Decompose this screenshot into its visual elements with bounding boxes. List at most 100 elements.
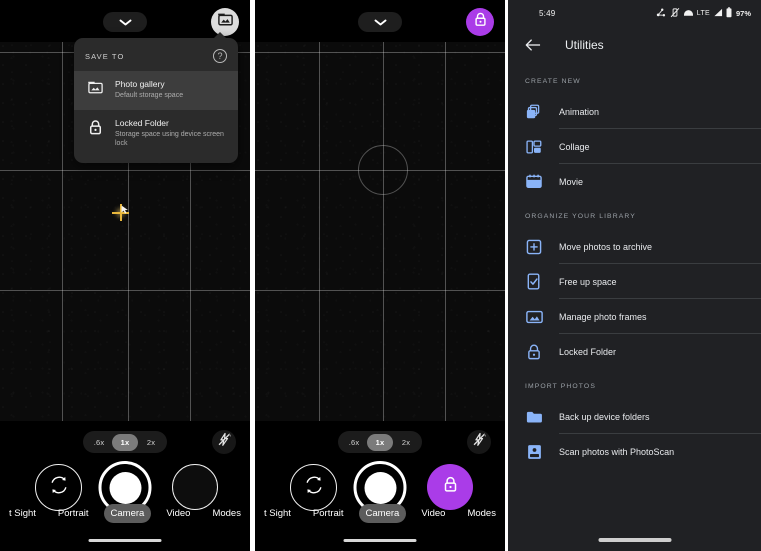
mode-camera[interactable]: Camera bbox=[358, 503, 407, 523]
help-circle-icon[interactable]: ? bbox=[213, 49, 227, 63]
grid-line-h1 bbox=[0, 170, 250, 171]
archive-icon bbox=[525, 239, 543, 255]
zoom-row: .6x 1x 2x A bbox=[0, 430, 250, 455]
mode-modes[interactable]: Modes bbox=[460, 504, 503, 523]
grid-line-v3 bbox=[445, 42, 446, 421]
folder-icon bbox=[525, 410, 543, 424]
list-item-label: Scan photos with PhotoScan bbox=[559, 446, 675, 457]
grid-line-v2 bbox=[383, 42, 384, 421]
vibrate-off-icon bbox=[670, 7, 680, 20]
flash-auto-off-icon: A bbox=[472, 432, 487, 452]
save-option-locked-folder[interactable]: Locked Folder Storage space using device… bbox=[74, 110, 238, 158]
battery-icon bbox=[726, 6, 732, 20]
app-bar: Utilities bbox=[508, 26, 761, 64]
movie-icon bbox=[525, 174, 543, 189]
mode-video[interactable]: Video bbox=[159, 504, 197, 523]
section-label-create-new: CREATE NEW bbox=[525, 78, 581, 85]
zoom-selector[interactable]: .6x 1x 2x bbox=[338, 431, 422, 453]
free-up-space-icon bbox=[525, 273, 543, 290]
list-item-collage[interactable]: Collage bbox=[508, 129, 761, 164]
zoom-option-2x[interactable]: 2x bbox=[393, 434, 419, 451]
network-type-label: LTE bbox=[696, 9, 710, 17]
save-to-menu-header: SAVE TO ? bbox=[74, 38, 238, 71]
camera-modes-row: t Sight Portrait Camera Video Modes bbox=[0, 502, 250, 524]
save-option-title: Photo gallery bbox=[115, 79, 165, 89]
flash-auto-off-button[interactable]: A bbox=[467, 430, 491, 454]
photoscan-icon bbox=[525, 444, 543, 460]
camera-panel-locked-folder: .6x 1x 2x A t Sight Portrait Camera Vide… bbox=[255, 0, 505, 551]
flip-camera-icon bbox=[303, 474, 325, 501]
list-item-label: Animation bbox=[559, 106, 600, 117]
camera-bottom-controls: .6x 1x 2x A t Sight Portrait Camera Vide… bbox=[0, 421, 250, 551]
zoom-selector[interactable]: .6x 1x 2x bbox=[83, 431, 167, 453]
list-item-locked-folder[interactable]: Locked Folder bbox=[508, 334, 761, 369]
collage-icon bbox=[525, 139, 543, 155]
lock-icon bbox=[474, 12, 487, 32]
zoom-option-1x[interactable]: 1x bbox=[112, 433, 138, 451]
mode-video[interactable]: Video bbox=[414, 504, 452, 523]
system-nav-pill[interactable] bbox=[88, 539, 162, 542]
menu-caret bbox=[214, 32, 226, 38]
svg-text:A: A bbox=[482, 432, 486, 438]
save-option-subtitle: Storage space using device screen lock bbox=[115, 130, 224, 147]
flip-camera-icon bbox=[48, 474, 70, 501]
zoom-option-0_6x[interactable]: .6x bbox=[341, 434, 367, 451]
flash-auto-off-button[interactable]: A bbox=[212, 430, 236, 454]
focus-ring bbox=[358, 145, 408, 195]
list-item-move-photos-to-archive[interactable]: Move photos to archive bbox=[508, 229, 761, 264]
list-item-label: Back up device folders bbox=[559, 411, 650, 422]
section-label-import-photos: IMPORT PHOTOS bbox=[525, 383, 596, 390]
camera-settings-expand-button[interactable] bbox=[103, 12, 147, 32]
mode-night-sight[interactable]: t Sight bbox=[2, 504, 43, 523]
save-option-photo-gallery[interactable]: Photo gallery Default storage space bbox=[74, 71, 238, 110]
list-item-label: Locked Folder bbox=[559, 346, 617, 357]
svg-text:A: A bbox=[227, 432, 231, 438]
zoom-option-1x[interactable]: 1x bbox=[367, 433, 393, 451]
grid-line-v1 bbox=[319, 42, 320, 421]
shutter-inner bbox=[109, 471, 141, 504]
photo-frame-icon bbox=[525, 310, 543, 324]
list-item-animation[interactable]: Animation bbox=[508, 94, 761, 129]
camera-bottom-controls: .6x 1x 2x A t Sight Portrait Camera Vide… bbox=[255, 421, 505, 551]
list-item-label: Move photos to archive bbox=[559, 241, 653, 252]
animation-icon bbox=[525, 104, 543, 120]
flash-auto-off-icon: A bbox=[217, 432, 232, 452]
list-item-label: Manage photo frames bbox=[559, 311, 647, 322]
back-arrow-icon[interactable] bbox=[525, 37, 541, 53]
mode-portrait[interactable]: Portrait bbox=[51, 504, 96, 523]
list-item-label: Free up space bbox=[559, 276, 617, 287]
lock-icon bbox=[87, 118, 104, 135]
save-to-title: SAVE TO bbox=[85, 51, 125, 61]
list-item-label: Collage bbox=[559, 141, 590, 152]
page-title: Utilities bbox=[565, 38, 604, 52]
camera-modes-row: t Sight Portrait Camera Video Modes bbox=[255, 502, 505, 524]
lock-icon bbox=[443, 476, 458, 498]
system-nav-pill[interactable] bbox=[343, 539, 417, 542]
mode-night-sight[interactable]: t Sight bbox=[257, 504, 298, 523]
save-option-subtitle: Default storage space bbox=[115, 92, 184, 99]
list-item-manage-photo-frames[interactable]: Manage photo frames bbox=[508, 299, 761, 334]
mode-modes[interactable]: Modes bbox=[205, 504, 248, 523]
status-icons: LTE 97% bbox=[656, 6, 751, 20]
lock-icon bbox=[525, 344, 543, 360]
camera-viewfinder[interactable] bbox=[255, 42, 505, 421]
status-bar: 5:49 LTE 97% bbox=[508, 0, 761, 26]
camera-top-bar bbox=[0, 0, 250, 42]
list-item-scan-photos-with-photoscan[interactable]: Scan photos with PhotoScan bbox=[508, 434, 761, 469]
list-item-free-up-space[interactable]: Free up space bbox=[508, 264, 761, 299]
list-item-movie[interactable]: Movie bbox=[508, 164, 761, 199]
viewfinder-preview bbox=[255, 42, 505, 421]
zoom-option-2x[interactable]: 2x bbox=[138, 434, 164, 451]
camera-panel-save-menu: SAVE TO ? Photo gallery Default storage … bbox=[0, 0, 250, 551]
photo-gallery-icon bbox=[217, 13, 233, 31]
save-to-locked-folder-button[interactable] bbox=[466, 8, 494, 36]
camera-top-bar bbox=[255, 0, 505, 42]
mode-portrait[interactable]: Portrait bbox=[306, 504, 351, 523]
camera-settings-expand-button[interactable] bbox=[358, 12, 402, 32]
mode-camera[interactable]: Camera bbox=[103, 503, 152, 523]
system-nav-pill[interactable] bbox=[598, 538, 671, 542]
list-item-label: Movie bbox=[559, 176, 584, 187]
zoom-option-0_6x[interactable]: .6x bbox=[86, 434, 112, 451]
save-to-menu: SAVE TO ? Photo gallery Default storage … bbox=[74, 32, 238, 164]
list-item-back-up-device-folders[interactable]: Back up device folders bbox=[508, 399, 761, 434]
